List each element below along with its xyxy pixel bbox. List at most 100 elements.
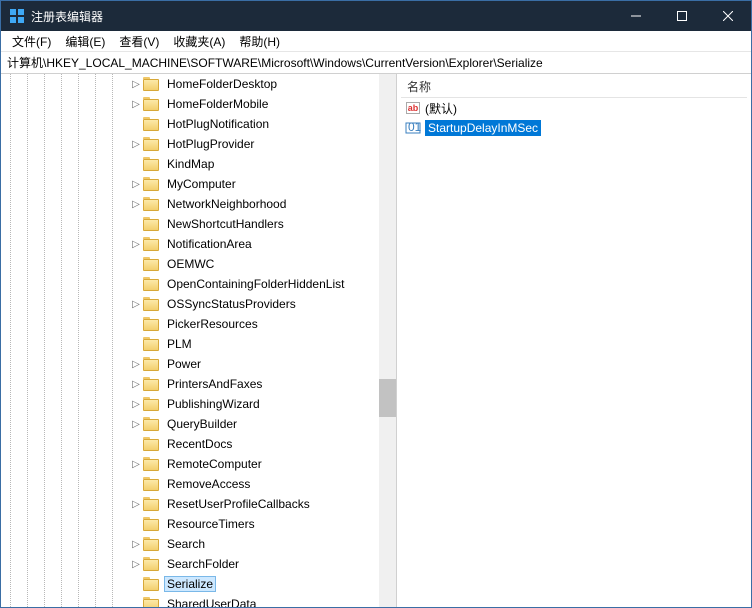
menu-help[interactable]: 帮助(H) <box>232 31 287 52</box>
folder-icon <box>143 557 159 571</box>
expander-icon[interactable]: ▷ <box>129 419 143 430</box>
expander-icon[interactable]: ▷ <box>129 399 143 410</box>
tree-node-label: OpenContainingFolderHiddenList <box>164 276 347 292</box>
folder-icon <box>143 257 159 271</box>
tree-node-label: OSSyncStatusProviders <box>164 296 299 312</box>
folder-icon <box>143 197 159 211</box>
tree-node-label: ResourceTimers <box>164 516 258 532</box>
expander-icon[interactable]: ▷ <box>129 379 143 390</box>
tree-node[interactable]: ·PLM <box>129 334 379 354</box>
tree-node-label: OEMWC <box>164 256 217 272</box>
folder-icon <box>143 577 159 591</box>
tree-node-label: SharedUserData <box>164 596 259 607</box>
maximize-button[interactable] <box>659 1 705 31</box>
expander-icon[interactable]: ▷ <box>129 559 143 570</box>
tree-node[interactable]: ·RemoveAccess <box>129 474 379 494</box>
folder-icon <box>143 497 159 511</box>
tree-node[interactable]: ▷ NotificationArea <box>129 234 379 254</box>
menu-edit[interactable]: 编辑(E) <box>58 31 112 52</box>
tree-node[interactable]: ▷HotPlugProvider <box>129 134 379 154</box>
menu-file[interactable]: 文件(F) <box>5 31 58 52</box>
tree-node[interactable]: ▷ResetUserProfileCallbacks <box>129 494 379 514</box>
tree-node[interactable]: ·SharedUserData <box>129 594 379 607</box>
expander-icon[interactable]: ▷ <box>129 299 143 310</box>
tree[interactable]: ▷ HomeFolderDesktop ▷HomeFolderMobile·HotP… <box>129 74 379 607</box>
expander-icon[interactable]: ▷ <box>129 99 143 110</box>
expander-icon[interactable]: ▷ <box>129 139 143 150</box>
tree-node[interactable]: ▷ HomeFolderDesktop <box>129 74 379 94</box>
list-row-label: StartupDelayInMSec <box>425 120 541 136</box>
folder-icon <box>143 377 159 391</box>
folder-icon <box>143 277 159 291</box>
expander-icon[interactable]: ▷ <box>129 539 143 550</box>
tree-node[interactable]: ▷ SearchFolder <box>129 554 379 574</box>
tree-node[interactable]: ▷PrintersAndFaxes <box>129 374 379 394</box>
tree-node-label: KindMap <box>164 156 217 172</box>
tree-node[interactable]: ▷ QueryBuilder <box>129 414 379 434</box>
list-row[interactable]: 011 StartupDelayInMSec <box>401 118 747 138</box>
tree-node[interactable]: ▷ OSSyncStatusProviders <box>129 294 379 314</box>
tree-node[interactable]: ▷RemoteComputer <box>129 454 379 474</box>
expander-icon[interactable]: ▷ <box>129 459 143 470</box>
tree-node[interactable]: ▷HomeFolderMobile <box>129 94 379 114</box>
menu-view[interactable]: 查看(V) <box>112 31 166 52</box>
expander-icon[interactable]: ▷ <box>129 79 143 90</box>
list-row-label: (默认) <box>425 100 457 117</box>
address-bar[interactable]: 计算机\HKEY_LOCAL_MACHINE\SOFTWARE\Microsof… <box>1 52 751 74</box>
tree-node[interactable]: ·PickerResources <box>129 314 379 334</box>
folder-icon <box>143 537 159 551</box>
list-row[interactable]: ab(默认) <box>401 98 747 118</box>
tree-node-label: NotificationArea <box>164 236 255 252</box>
expander-icon[interactable]: ▷ <box>129 239 143 250</box>
tree-node[interactable]: ·OpenContainingFolderHiddenList <box>129 274 379 294</box>
folder-icon <box>143 297 159 311</box>
folder-icon <box>143 337 159 351</box>
tree-pane[interactable]: ▷ HomeFolderDesktop ▷HomeFolderMobile·HotP… <box>1 74 397 607</box>
titlebar[interactable]: 注册表编辑器 <box>1 1 751 31</box>
tree-node[interactable]: ·HotPlugNotification <box>129 114 379 134</box>
expander-icon[interactable]: ▷ <box>129 199 143 210</box>
minimize-button[interactable] <box>613 1 659 31</box>
window: 注册表编辑器 文件(F) 编辑(E) 查看(V) 收藏夹(A) 帮助(H) 计算… <box>0 0 752 608</box>
tree-node-label: NetworkNeighborhood <box>164 196 289 212</box>
tree-node[interactable]: ·Serialize <box>129 574 379 594</box>
tree-node-label: RecentDocs <box>164 436 235 452</box>
folder-icon <box>143 237 159 251</box>
string-value-icon: ab <box>405 100 421 116</box>
tree-indent-guides <box>1 74 129 607</box>
expander-icon[interactable]: ▷ <box>129 359 143 370</box>
tree-node-label: PickerResources <box>164 316 261 332</box>
tree-node[interactable]: ·OEMWC <box>129 254 379 274</box>
folder-icon <box>143 117 159 131</box>
tree-node[interactable]: ▷ Search <box>129 534 379 554</box>
tree-node-label: QueryBuilder <box>164 416 240 432</box>
tree-node[interactable]: ▷ NetworkNeighborhood <box>129 194 379 214</box>
expander-icon[interactable]: ▷ <box>129 179 143 190</box>
folder-icon <box>143 357 159 371</box>
folder-icon <box>143 77 159 91</box>
tree-node[interactable]: ·KindMap <box>129 154 379 174</box>
tree-node[interactable]: ▷ PublishingWizard <box>129 394 379 414</box>
expander-icon[interactable]: ▷ <box>129 499 143 510</box>
tree-node-label: MyComputer <box>164 176 239 192</box>
list-pane[interactable]: 名称 ab(默认) 011 StartupDelayInMSec <box>397 74 751 607</box>
tree-node[interactable]: ▷ MyComputer <box>129 174 379 194</box>
svg-text:011: 011 <box>408 120 421 134</box>
tree-node[interactable]: ▷Power <box>129 354 379 374</box>
menubar: 文件(F) 编辑(E) 查看(V) 收藏夹(A) 帮助(H) <box>1 31 751 52</box>
tree-node-label: HomeFolderDesktop <box>164 76 280 92</box>
scrollbar-thumb[interactable] <box>379 379 396 417</box>
close-button[interactable] <box>705 1 751 31</box>
tree-node-label: PublishingWizard <box>164 396 263 412</box>
tree-node[interactable]: ·RecentDocs <box>129 434 379 454</box>
list-header-name[interactable]: 名称 <box>401 76 747 98</box>
menu-favorites[interactable]: 收藏夹(A) <box>166 31 232 52</box>
tree-node[interactable]: ·ResourceTimers <box>129 514 379 534</box>
folder-icon <box>143 437 159 451</box>
content-area: ▷ HomeFolderDesktop ▷HomeFolderMobile·HotP… <box>1 74 751 607</box>
tree-scrollbar[interactable] <box>379 74 396 607</box>
folder-icon <box>143 137 159 151</box>
tree-node[interactable]: ·NewShortcutHandlers <box>129 214 379 234</box>
tree-node-label: SearchFolder <box>164 556 242 572</box>
tree-node-label: Search <box>164 536 208 552</box>
